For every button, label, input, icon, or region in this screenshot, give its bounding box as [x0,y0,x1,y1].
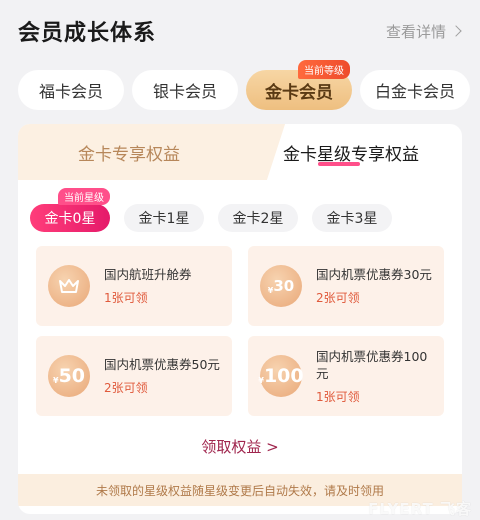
star-label: 金卡2星 [232,211,284,227]
coupon-100-icon: ¥100 [258,355,304,397]
tab-label: 金卡星级专享权益 [283,144,419,165]
chevron-right-icon [450,25,462,37]
view-details-label: 查看详情 [385,22,446,41]
level-label: 福卡会员 [38,82,103,101]
crown-icon [48,265,90,307]
view-details-link[interactable]: 查看详情 [385,21,462,42]
benefit-item[interactable]: ¥50 国内机票优惠券50元 2张可领 [36,336,232,416]
benefits-card: 金卡专享权益 金卡星级专享权益 当前星级 金卡0星 金卡1星 金卡2星 金卡3星… [18,124,462,514]
header: 会员成长体系 查看详情 [0,0,480,62]
level-label: 白金卡会员 [374,82,455,101]
benefit-name: 国内机票优惠券50元 [104,357,220,372]
benefit-count: 1张可领 [104,291,148,305]
watermark-logo: FLYERT 飞客 [368,500,472,518]
benefit-name: 国内机票优惠券100元 [316,348,428,381]
star-selector: 当前星级 金卡0星 金卡1星 金卡2星 金卡3星 [30,188,450,234]
coupon-value: 50 [58,365,86,387]
star-label: 金卡3星 [326,211,378,227]
star-0[interactable]: 当前星级 金卡0星 [30,188,110,232]
benefit-name: 国内机票优惠券30元 [316,267,432,282]
tab-label: 金卡专享权益 [78,144,180,165]
benefit-item[interactable]: ¥100 国内机票优惠券100元 1张可领 [248,336,444,416]
level-silver[interactable]: 银卡会员 [132,70,238,110]
coupon-30-icon: ¥30 [260,265,302,307]
star-label: 金卡0星 [44,211,96,227]
benefit-count: 2张可领 [104,381,148,395]
current-star-badge: 当前星级 [58,188,110,205]
page-title: 会员成长体系 [18,21,157,46]
coupon-value: 100 [263,365,304,387]
coupon-50-icon: ¥50 [48,355,90,397]
current-level-badge: 当前等级 [298,60,350,79]
claim-benefits-button[interactable]: 领取权益 > [18,436,462,457]
benefit-count: 2张可领 [316,291,360,305]
level-label: 金卡会员 [265,82,333,103]
tab-gold-star-benefits[interactable]: 金卡星级专享权益 [240,124,462,180]
coupon-value: 30 [273,277,295,295]
level-gold[interactable]: 金卡会员 当前等级 [246,60,352,110]
star-2[interactable]: 金卡2星 [218,204,298,232]
level-fuka[interactable]: 福卡会员 [18,70,124,110]
star-3[interactable]: 金卡3星 [312,204,392,232]
star-1[interactable]: 金卡1星 [124,204,204,232]
benefit-item[interactable]: ¥30 国内机票优惠券30元 2张可领 [248,246,444,326]
star-label: 金卡1星 [138,211,190,227]
benefit-grid: 国内航班升舱券 1张可领 ¥30 国内机票优惠券30元 2张可领 ¥50 国内机… [36,246,444,416]
benefit-tabs: 金卡专享权益 金卡星级专享权益 [18,124,462,180]
benefit-item[interactable]: 国内航班升舱券 1张可领 [36,246,232,326]
level-label: 银卡会员 [152,82,217,101]
tab-gold-benefits[interactable]: 金卡专享权益 [18,124,240,180]
benefit-name: 国内航班升舱券 [104,267,192,282]
level-selector: 福卡会员 银卡会员 金卡会员 当前等级 白金卡会员 [18,60,478,112]
benefit-count: 1张可领 [316,389,360,404]
level-platinum[interactable]: 白金卡会员 [360,70,470,110]
